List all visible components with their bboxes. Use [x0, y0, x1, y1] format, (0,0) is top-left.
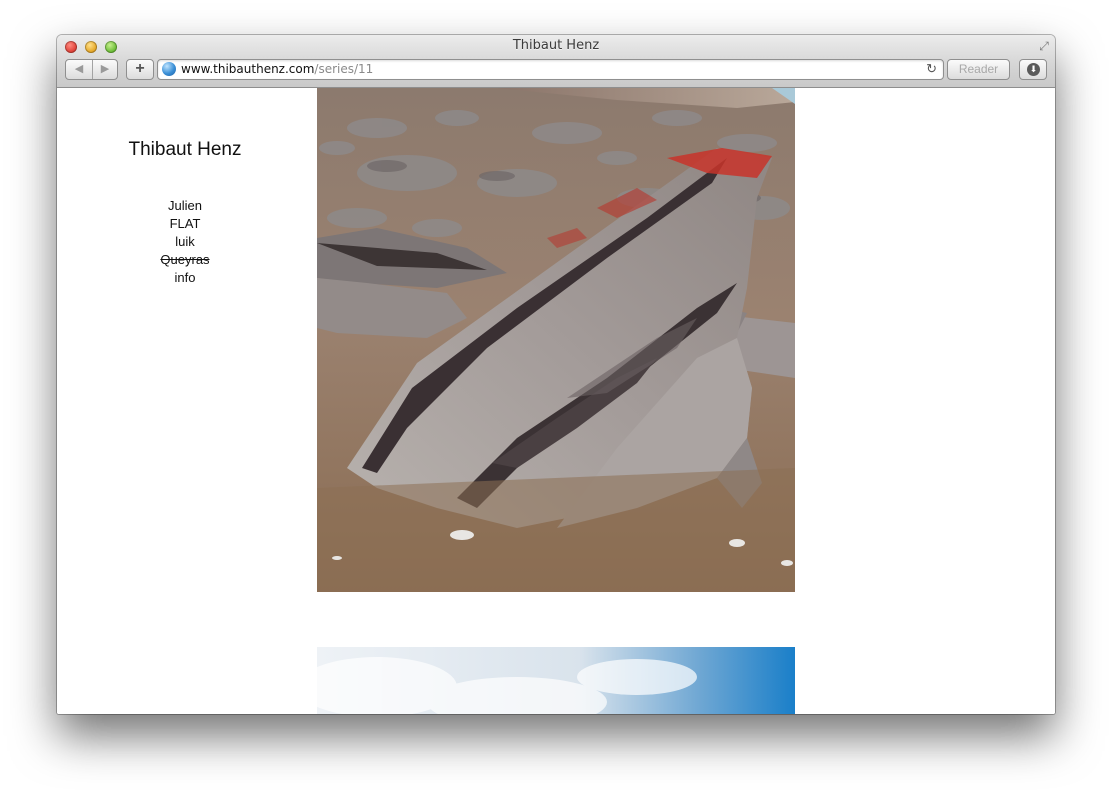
history-nav: ◀ ▶ — [65, 59, 118, 80]
nav-link-luik[interactable]: luik — [57, 233, 313, 251]
url-text[interactable]: www.thibauthenz.com/series/11 — [181, 62, 373, 77]
page-content: Thibaut Henz Julien FLAT luik Queyras in… — [57, 88, 1055, 714]
nav-link-queyras[interactable]: Queyras — [57, 251, 313, 269]
browser-window: Thibaut Henz ⤢ ◀ ▶ + www.thibauthenz.com… — [57, 35, 1055, 714]
browser-toolbar: Thibaut Henz ⤢ ◀ ▶ + www.thibauthenz.com… — [57, 35, 1055, 88]
download-icon: ⬇ — [1027, 63, 1040, 76]
window-title: Thibaut Henz — [512, 38, 600, 53]
url-domain: www.thibauthenz.com — [181, 62, 315, 76]
series-photo-sky — [317, 647, 795, 714]
downloads-button[interactable]: ⬇ — [1019, 59, 1047, 80]
add-bookmark-button[interactable]: + — [126, 59, 154, 80]
nav-link-flat[interactable]: FLAT — [57, 215, 313, 233]
forward-button[interactable]: ▶ — [92, 60, 118, 79]
nav-link-info[interactable]: info — [57, 269, 313, 287]
address-bar[interactable]: www.thibauthenz.com/series/11 ↻ — [157, 59, 944, 80]
globe-icon — [162, 62, 176, 76]
site-title[interactable]: Thibaut Henz — [57, 139, 313, 161]
back-button[interactable]: ◀ — [66, 60, 93, 79]
nav-link-julien[interactable]: Julien — [57, 197, 313, 215]
fullscreen-icon[interactable]: ⤢ — [1037, 39, 1051, 53]
series-photo-rock — [317, 88, 795, 592]
url-path: /series/11 — [314, 62, 374, 76]
reload-icon[interactable]: ↻ — [926, 61, 937, 77]
reader-button[interactable]: Reader — [947, 59, 1010, 80]
site-nav: Julien FLAT luik Queyras info — [57, 197, 313, 287]
